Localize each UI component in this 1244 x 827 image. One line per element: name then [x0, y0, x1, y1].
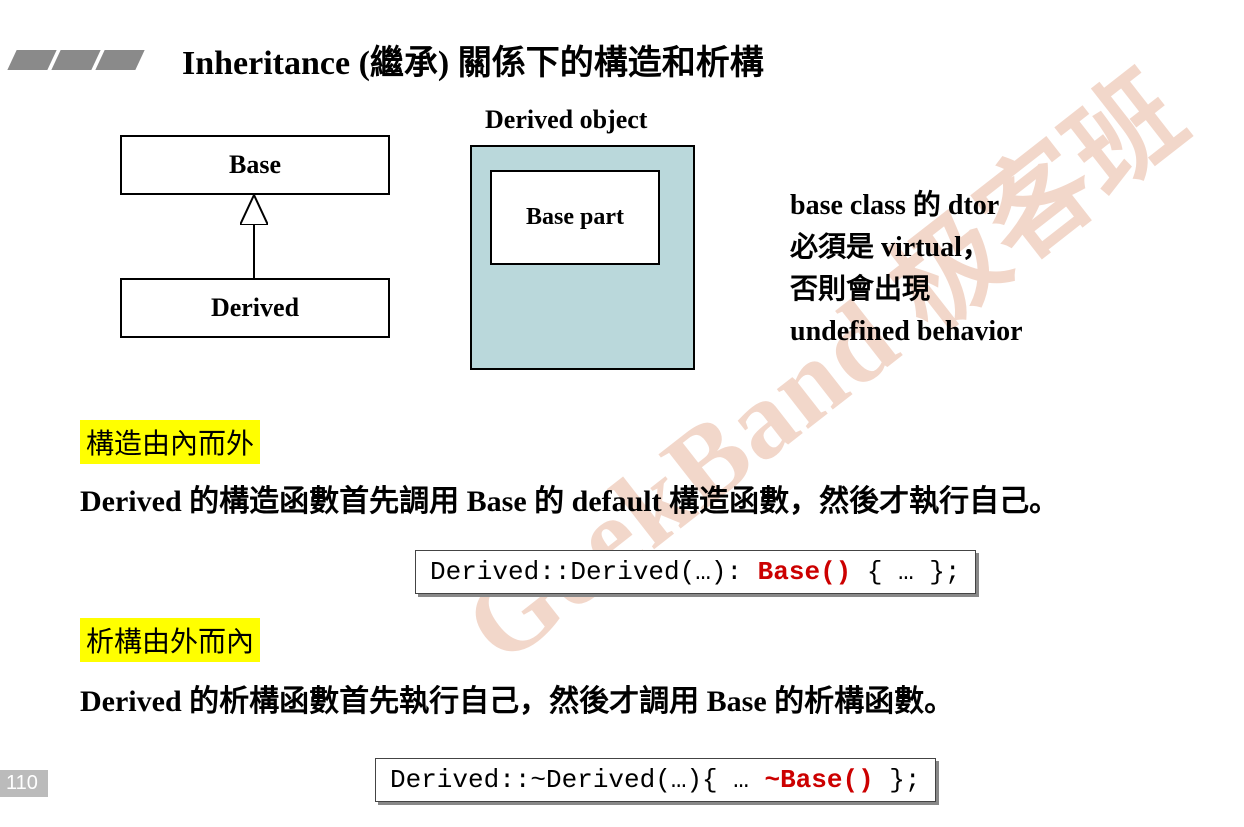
uml-connector-line [253, 225, 255, 280]
decor-stripe [95, 50, 144, 70]
destruct-code-box: Derived::~Derived(…){ … ~Base() }; [375, 758, 936, 802]
decor-stripe [51, 50, 100, 70]
note-line: 否則會出現 [790, 269, 1023, 311]
code-text: }; [874, 765, 921, 795]
note-line: base class 的 dtor [790, 185, 1023, 227]
construct-paragraph: Derived 的構造函數首先調用 Base 的 default 構造函數，然後… [80, 478, 1180, 526]
title-row: Inheritance (繼承) 關係下的構造和析構 [12, 35, 764, 84]
dtor-virtual-note: base class 的 dtor 必須是 virtual， 否則會出現 und… [790, 185, 1023, 353]
code-emphasis: Base() [758, 557, 852, 587]
slide-title: Inheritance (繼承) 關係下的構造和析構 [182, 35, 764, 84]
code-text: { … }; [851, 557, 960, 587]
construct-highlight: 構造由內而外 [80, 420, 260, 464]
destruct-paragraph: Derived 的析構函數首先執行自己，然後才調用 Base 的析構函數。 [80, 678, 1180, 726]
page-number: 110 [0, 770, 48, 797]
note-line: 必須是 virtual， [790, 227, 1023, 269]
code-emphasis: ~Base() [764, 765, 873, 795]
construct-code-box: Derived::Derived(…): Base() { … }; [415, 550, 976, 594]
note-line: undefined behavior [790, 311, 1023, 353]
code-text: Derived::~Derived(…){ … [390, 765, 764, 795]
derived-object-label: Derived object [485, 105, 647, 135]
decor-stripe [7, 50, 56, 70]
code-text: Derived::Derived(…): [430, 557, 758, 587]
uml-base-box: Base [120, 135, 390, 195]
base-part-box: Base part [490, 170, 660, 265]
uml-derived-box: Derived [120, 278, 390, 338]
uml-inheritance-arrow-icon [240, 195, 268, 225]
destruct-highlight: 析構由外而內 [80, 618, 260, 662]
